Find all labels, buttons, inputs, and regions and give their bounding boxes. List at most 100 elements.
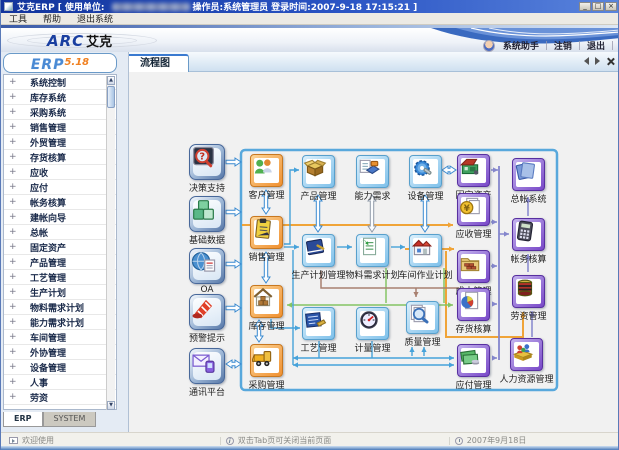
sidebar-item-label: 应付 <box>30 181 48 194</box>
node-oa[interactable] <box>189 248 225 284</box>
sidebar-item-10[interactable]: +总帐 <box>4 225 116 240</box>
expand-plus-icon[interactable]: + <box>9 228 18 237</box>
sidebar-logo-version: 5.18 <box>64 57 89 68</box>
maximize-icon[interactable]: □ <box>592 2 604 11</box>
sidebar-item-15[interactable]: +物料需求计划 <box>4 300 116 315</box>
node-shopfloor-plan[interactable] <box>409 234 442 267</box>
app-window: 艾克ERP [ 使用单位: 操作员:系统管理员 登录时间:2007-9-18 1… <box>0 0 619 450</box>
sidebar-item-17[interactable]: +车间管理 <box>4 330 116 345</box>
node-customer-mgmt[interactable] <box>250 154 283 187</box>
expand-plus-icon[interactable]: + <box>9 303 18 312</box>
node-receivables-mgmt[interactable]: ¥ <box>457 193 490 226</box>
node-accounting[interactable] <box>512 218 545 251</box>
expand-plus-icon[interactable]: + <box>9 318 18 327</box>
node-cost-mgmt[interactable] <box>457 250 490 283</box>
node-fixed-assets[interactable] <box>457 154 490 187</box>
sidebar-item-6[interactable]: +应收 <box>4 165 116 180</box>
node-gl-system[interactable] <box>512 158 545 191</box>
expand-plus-icon[interactable]: + <box>9 123 18 132</box>
node-capacity-req[interactable] <box>356 155 389 188</box>
sidebar-item-3[interactable]: +销售管理 <box>4 120 116 135</box>
node-comm-platform[interactable] <box>189 348 225 384</box>
node-equipment-mgmt[interactable] <box>409 155 442 188</box>
expand-plus-icon[interactable]: + <box>9 273 18 282</box>
sidebar-item-21[interactable]: +劳资 <box>4 390 116 405</box>
sidebar-item-0[interactable]: +系统控制 <box>4 75 116 90</box>
node-alert-tips[interactable] <box>189 294 225 330</box>
expand-plus-icon[interactable]: + <box>9 78 18 87</box>
tab-flowchart[interactable]: 流程图 <box>121 54 189 72</box>
scroll-thumb[interactable] <box>107 86 115 108</box>
expand-plus-icon[interactable]: + <box>9 288 18 297</box>
expand-plus-icon[interactable]: + <box>9 183 18 192</box>
menu-item-2[interactable]: 退出系统 <box>77 12 113 25</box>
node-decision-support[interactable]: ? <box>189 144 225 180</box>
node-metrology-mgmt[interactable] <box>356 307 389 340</box>
expand-plus-icon[interactable]: + <box>9 348 18 357</box>
sidebar-item-12[interactable]: + 产品管理 <box>4 255 116 270</box>
sidebar-tab-erp[interactable]: ERP <box>3 412 43 427</box>
sidebar-item-5[interactable]: +存货核算 <box>4 150 116 165</box>
node-process-mgmt[interactable] <box>302 307 335 340</box>
expand-plus-icon[interactable]: + <box>9 258 18 267</box>
node-base-data[interactable] <box>189 196 225 232</box>
close-icon[interactable]: × <box>605 2 617 11</box>
expand-plus-icon[interactable]: + <box>9 333 18 342</box>
node-production-plan[interactable] <box>302 234 335 267</box>
sidebar-scrollbar[interactable]: ▲ ▼ <box>106 76 115 410</box>
node-labor-mgmt[interactable] <box>512 275 545 308</box>
sidebar-item-9[interactable]: +建帐向导 <box>4 210 116 225</box>
expand-plus-icon[interactable]: + <box>9 198 18 207</box>
expand-plus-icon[interactable]: + <box>9 243 18 252</box>
header-link-2[interactable]: 退出 <box>581 39 611 52</box>
envelope-phone-icon <box>193 352 221 380</box>
minimize-icon[interactable]: _ <box>579 2 591 11</box>
menu-item-1[interactable]: 帮助 <box>43 12 61 25</box>
scroll-up-icon[interactable]: ▲ <box>107 76 115 85</box>
prev-tab-icon[interactable] <box>584 57 589 65</box>
expand-plus-icon[interactable]: + <box>9 213 18 222</box>
node-purchase-mgmt[interactable] <box>250 344 283 377</box>
expand-plus-icon[interactable]: + <box>9 378 18 387</box>
sidebar-item-18[interactable]: +外协管理 <box>4 345 116 360</box>
menu-item-0[interactable]: 工具 <box>9 12 27 25</box>
expand-plus-icon[interactable]: + <box>9 153 18 162</box>
sidebar-item-16[interactable]: +能力需求计划 <box>4 315 116 330</box>
expand-plus-icon[interactable]: + <box>9 393 18 402</box>
sidebar-item-label: 设备管理 <box>30 361 66 374</box>
status-separator: | <box>219 436 222 445</box>
expand-plus-icon[interactable]: + <box>9 168 18 177</box>
sidebar-item-19[interactable]: + 设备管理 <box>4 360 116 375</box>
sidebar-item-20[interactable]: +人事 <box>4 375 116 390</box>
node-hr-mgmt[interactable] <box>510 338 543 371</box>
sidebar-item-8[interactable]: +帐务核算 <box>4 195 116 210</box>
expand-plus-icon[interactable]: + <box>9 363 18 372</box>
sidebar-item-13[interactable]: +工艺管理 <box>4 270 116 285</box>
sidebar-item-2[interactable]: +采购系统 <box>4 105 116 120</box>
sidebar-item-label: 产品管理 <box>30 256 66 269</box>
node-product-mgmt[interactable] <box>302 155 335 188</box>
expand-plus-icon[interactable]: + <box>9 93 18 102</box>
next-tab-icon[interactable] <box>595 57 600 65</box>
factory-icon <box>413 238 438 263</box>
header-link-1[interactable]: 注销 <box>548 39 578 52</box>
node-sales-mgmt[interactable] <box>250 216 283 249</box>
sidebar-item-7[interactable]: + 应付 <box>4 180 116 195</box>
sidebar-item-11[interactable]: +固定资产 <box>4 240 116 255</box>
expand-plus-icon[interactable]: + <box>9 108 18 117</box>
node-payables-mgmt[interactable] <box>457 344 490 377</box>
node-quality-mgmt[interactable] <box>406 301 439 334</box>
close-tab-icon[interactable] <box>606 57 614 65</box>
sidebar-item-label: 生产计划 <box>30 286 66 299</box>
sidebar-logo: ERP5.18 <box>3 53 117 73</box>
node-inventory-mgmt[interactable] <box>250 285 283 318</box>
sidebar-item-14[interactable]: + 生产计划 <box>4 285 116 300</box>
node-mrp[interactable] <box>356 234 389 267</box>
header-link-0[interactable]: 系统助手 <box>497 39 545 52</box>
node-stock-accounting[interactable] <box>457 288 490 321</box>
scroll-down-icon[interactable]: ▼ <box>107 401 115 410</box>
sidebar-item-4[interactable]: +外贸管理 <box>4 135 116 150</box>
sidebar-item-1[interactable]: +库存系统 <box>4 90 116 105</box>
expand-plus-icon[interactable]: + <box>9 138 18 147</box>
sidebar-tab-system[interactable]: SYSTEM <box>43 412 97 427</box>
